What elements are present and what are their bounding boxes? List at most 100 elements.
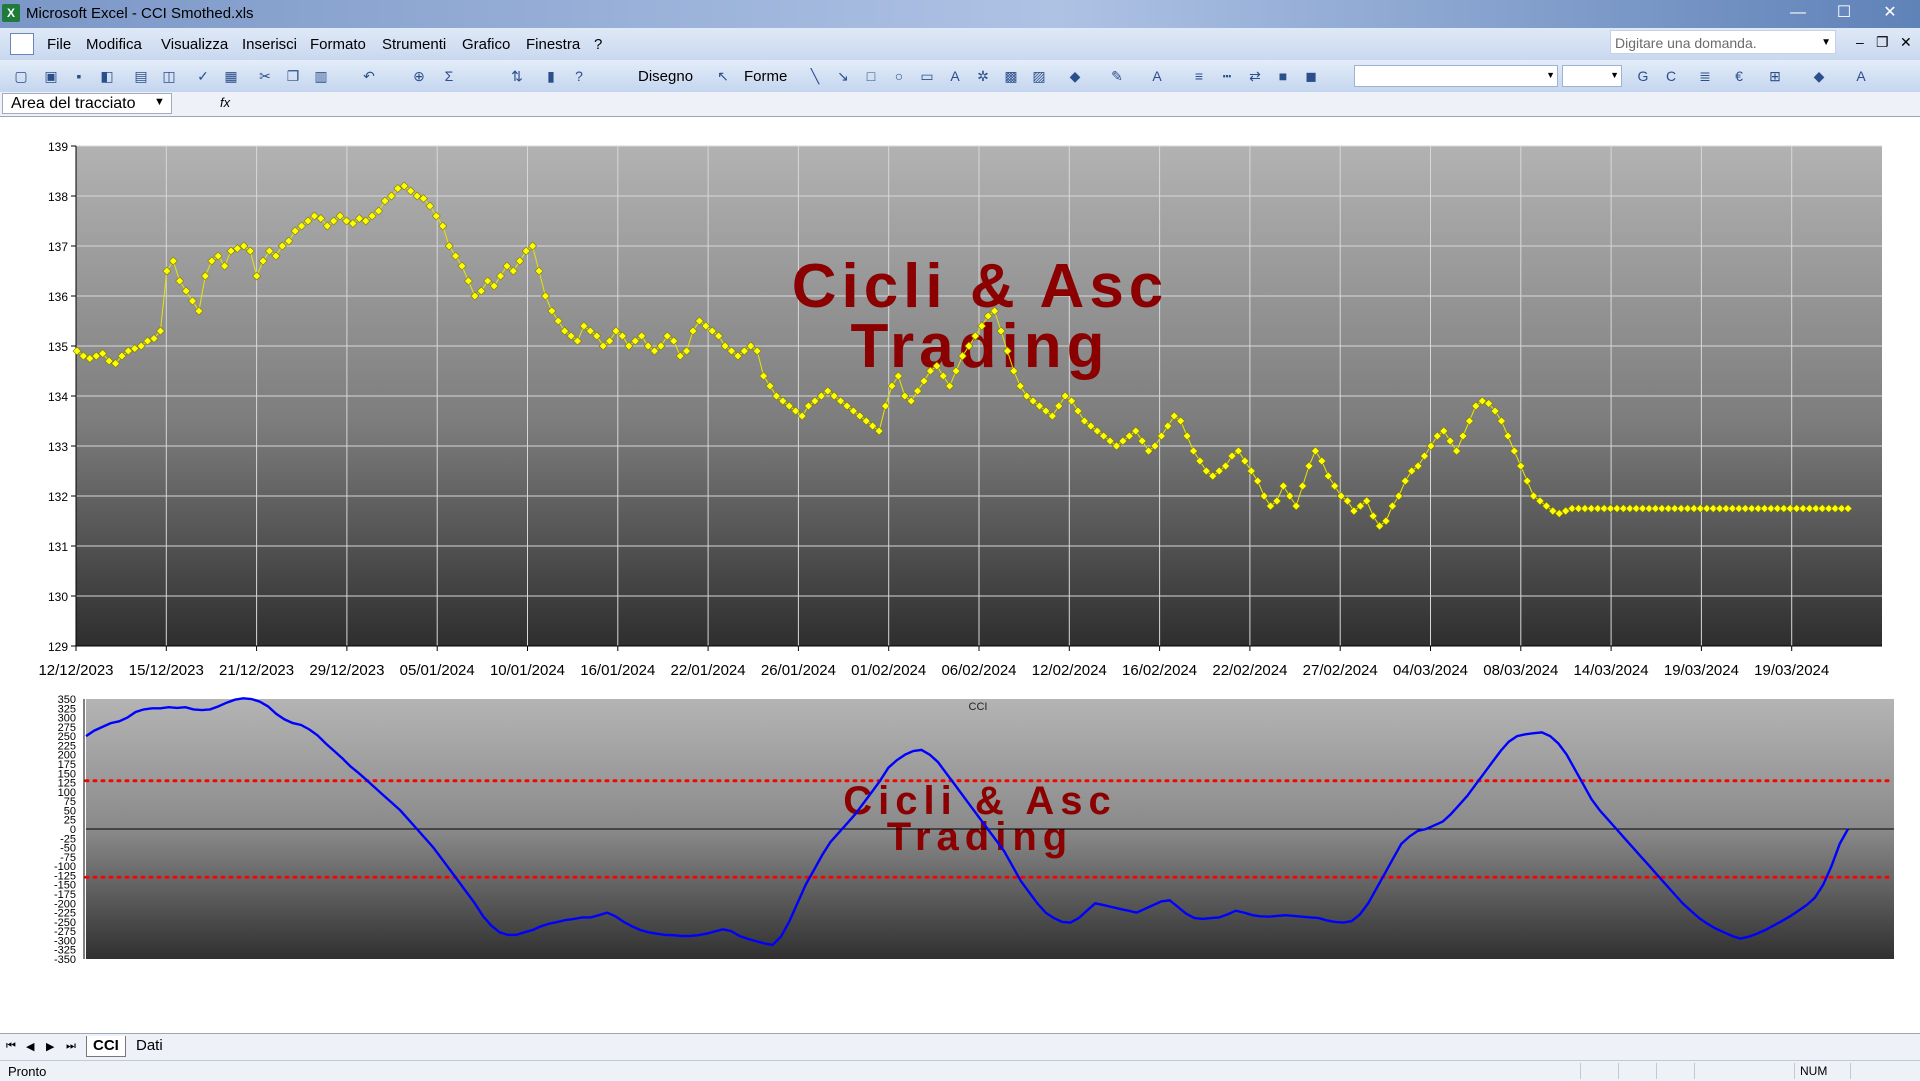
name-box[interactable]: Area del tracciato <box>2 93 172 114</box>
menu-file[interactable]: File <box>47 36 71 53</box>
menu-inserisci[interactable]: Inserisci <box>242 36 297 53</box>
euro-button[interactable]: € <box>1730 67 1748 85</box>
sort-icon[interactable]: ⇅ <box>508 67 526 85</box>
watermark-line2: Trading <box>887 815 1073 859</box>
autosum-icon[interactable]: Σ <box>440 67 458 85</box>
status-bar: Pronto NUM <box>0 1060 1920 1081</box>
cci-y-tick-label: -350 <box>54 954 76 966</box>
cut-icon[interactable]: ✂ <box>256 67 274 85</box>
excel-icon[interactable]: X <box>2 4 20 22</box>
menu-help[interactable]: ? <box>594 36 602 53</box>
menu-strumenti[interactable]: Strumenti <box>382 36 446 53</box>
status-divider <box>1618 1063 1619 1079</box>
draw-menu[interactable]: Disegno <box>638 68 693 85</box>
autoshapes-menu[interactable]: Forme <box>744 68 787 85</box>
fill-color-icon[interactable]: ◆ <box>1066 67 1084 85</box>
function-icon[interactable]: fx <box>220 95 230 110</box>
menu-bar: File Modifica Visualizza Inserisci Forma… <box>0 28 1920 61</box>
sheet-tab-cci[interactable]: CCI <box>86 1036 126 1057</box>
line-color-icon[interactable]: ✎ <box>1108 67 1126 85</box>
price-x-tick-label: 16/02/2024 <box>1122 662 1197 679</box>
arrow-tool-icon[interactable]: ↘ <box>834 67 852 85</box>
paste-icon[interactable]: ▥ <box>312 67 330 85</box>
chevron-down-icon[interactable]: ▼ <box>154 96 165 108</box>
3d-icon[interactable]: ◼ <box>1302 67 1320 85</box>
price-x-tick-label: 01/02/2024 <box>851 662 926 679</box>
font-name-combo[interactable]: ▼ <box>1354 65 1558 87</box>
price-x-tick-label: 22/02/2024 <box>1212 662 1287 679</box>
research-icon[interactable]: ▦ <box>222 67 240 85</box>
doc-minimize-button[interactable]: – <box>1856 34 1864 50</box>
spelling-icon[interactable]: ✓ <box>194 67 212 85</box>
menu-grafico[interactable]: Grafico <box>462 36 510 53</box>
menu-formato[interactable]: Formato <box>310 36 366 53</box>
price-y-tick-labels: 129 130 131 132 133 134 135 136 137 138 139 <box>48 140 68 654</box>
ask-question-placeholder: Digitare una domanda. <box>1615 35 1757 51</box>
price-y-tick-label: 136 <box>48 290 68 304</box>
font-color-icon[interactable]: A <box>1852 67 1870 85</box>
last-sheet-icon[interactable]: ⏭ <box>66 1040 76 1053</box>
chevron-down-icon[interactable]: ▼ <box>1610 70 1619 80</box>
align-icon[interactable]: ≣ <box>1696 67 1714 85</box>
picture-icon[interactable]: ▨ <box>1030 67 1048 85</box>
shadow-icon[interactable]: ■ <box>1274 67 1292 85</box>
doc-restore-button[interactable]: ❐ <box>1876 34 1889 51</box>
chart-wizard-icon[interactable]: ▮ <box>542 67 560 85</box>
sheet-tab-dati[interactable]: Dati <box>130 1036 169 1056</box>
wordart-icon[interactable]: A <box>946 67 964 85</box>
oval-tool-icon[interactable]: ○ <box>890 67 908 85</box>
price-x-tick-label: 19/03/2024 <box>1664 662 1739 679</box>
ask-question-input[interactable]: Digitare una domanda. ▼ <box>1610 30 1836 54</box>
print-icon[interactable]: ▤ <box>132 67 150 85</box>
price-x-tick-label: 29/12/2023 <box>309 662 384 679</box>
copy-icon[interactable]: ❐ <box>284 67 302 85</box>
permission-icon[interactable]: ◧ <box>98 67 116 85</box>
arrow-style-icon[interactable]: ⇄ <box>1246 67 1264 85</box>
price-x-tick-label: 16/01/2024 <box>580 662 655 679</box>
save-icon[interactable]: ▪ <box>70 67 88 85</box>
undo-icon[interactable]: ↶ <box>360 67 378 85</box>
textbox-tool-icon[interactable]: ▭ <box>918 67 936 85</box>
minimize-button[interactable]: — <box>1776 0 1820 26</box>
chart-sheet: Cicli & Asc Trading 129 130 131 132 133 134 13… <box>0 117 1920 1033</box>
dash-style-icon[interactable]: ┅ <box>1218 67 1236 85</box>
chart-canvas[interactable]: Cicli & Asc Trading 129 130 131 132 133 134 13… <box>0 117 1920 1033</box>
open-folder-icon[interactable]: ▣ <box>42 67 60 85</box>
price-y-tick-label: 137 <box>48 240 68 254</box>
help-icon[interactable]: ? <box>570 67 588 85</box>
clipart-icon[interactable]: ▩ <box>1002 67 1020 85</box>
doc-close-button[interactable]: ✕ <box>1900 34 1912 51</box>
hyperlink-icon[interactable]: ⊕ <box>410 67 428 85</box>
line-style-icon[interactable]: ≡ <box>1190 67 1208 85</box>
price-x-tick-label: 14/03/2024 <box>1574 662 1649 679</box>
line-tool-icon[interactable]: ╲ <box>806 67 824 85</box>
font-size-combo[interactable]: ▼ <box>1562 65 1622 87</box>
first-sheet-icon[interactable]: ⏮ <box>6 1040 16 1053</box>
rectangle-tool-icon[interactable]: □ <box>862 67 880 85</box>
next-sheet-icon[interactable]: ▶ <box>46 1040 54 1053</box>
diagram-icon[interactable]: ✲ <box>974 67 992 85</box>
status-divider <box>1656 1063 1657 1079</box>
close-button[interactable]: ✕ <box>1868 0 1912 26</box>
print-preview-icon[interactable]: ◫ <box>160 67 178 85</box>
status-divider <box>1794 1063 1795 1079</box>
maximize-button[interactable]: ☐ <box>1822 0 1866 26</box>
price-y-tick-label: 130 <box>48 590 68 604</box>
menu-visualizza[interactable]: Visualizza <box>161 36 228 53</box>
italic-button[interactable]: C <box>1662 67 1680 85</box>
previous-sheet-icon[interactable]: ◀ <box>26 1040 34 1053</box>
price-x-tick-label: 04/03/2024 <box>1393 662 1468 679</box>
price-x-tick-label: 19/03/2024 <box>1754 662 1829 679</box>
new-file-icon[interactable]: ▢ <box>12 67 30 85</box>
menu-modifica[interactable]: Modifica <box>86 36 142 53</box>
fill-color-icon[interactable]: ◆ <box>1810 67 1828 85</box>
workbook-icon[interactable] <box>10 33 34 55</box>
select-pointer-icon[interactable]: ↖ <box>714 67 732 85</box>
bold-button[interactable]: G <box>1634 67 1652 85</box>
chevron-down-icon[interactable]: ▼ <box>1546 70 1555 80</box>
font-color-icon[interactable]: A <box>1148 67 1166 85</box>
chevron-down-icon[interactable]: ▼ <box>1821 31 1831 55</box>
sheet-tab-bar: ⏮ ◀ ▶ ⏭ CCI Dati <box>0 1033 1920 1060</box>
menu-finestra[interactable]: Finestra <box>526 36 580 53</box>
borders-icon[interactable]: ⊞ <box>1766 67 1784 85</box>
